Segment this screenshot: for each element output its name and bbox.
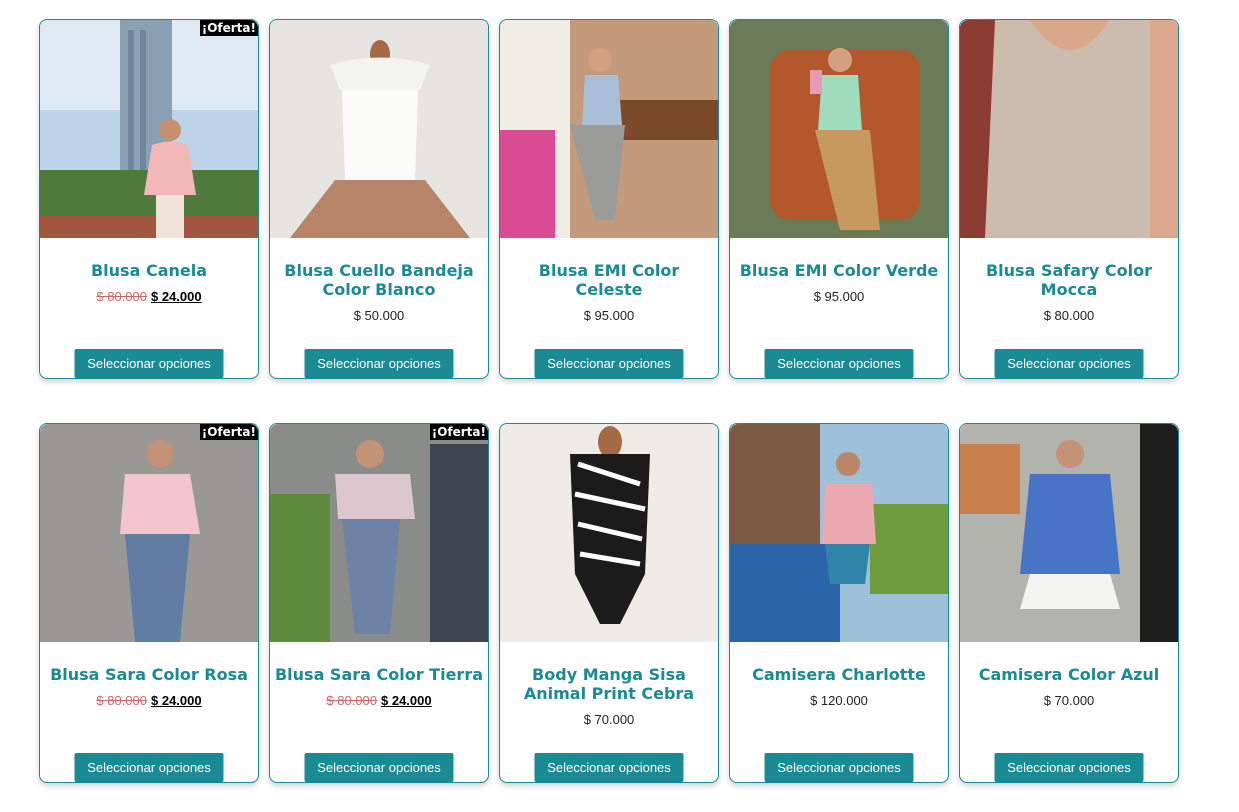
price: $ 95.000 <box>583 308 635 323</box>
product-photo-art <box>730 424 948 642</box>
product-info: Blusa Safary Color Mocca $ 80.000 <box>960 238 1178 349</box>
product-info: Camisera Charlotte $ 120.000 <box>730 642 948 753</box>
product-card[interactable]: Blusa Cuello Bandeja Color Blanco $ 50.0… <box>269 19 489 379</box>
button-row: Seleccionar opciones <box>270 753 488 782</box>
product-photo-art <box>500 20 718 238</box>
product-photo-art <box>40 424 258 642</box>
product-price: $ 120.000 <box>730 693 948 708</box>
product-image[interactable]: ¡Oferta! <box>40 424 258 642</box>
product-title[interactable]: Camisera Color Azul <box>960 665 1178 684</box>
button-row: Seleccionar opciones <box>40 753 258 782</box>
product-info: Blusa EMI Color Celeste $ 95.000 <box>500 238 718 349</box>
product-info: Blusa Cuello Bandeja Color Blanco $ 50.0… <box>270 238 488 349</box>
select-options-button[interactable]: Seleccionar opciones <box>534 753 684 782</box>
product-info: Blusa Sara Color Tierra $ 80.000 $ 24.000 <box>270 642 488 753</box>
select-options-button[interactable]: Seleccionar opciones <box>74 349 224 378</box>
product-image[interactable] <box>730 424 948 642</box>
product-grid: ¡Oferta! Blusa Canela $ 80.000 $ 24.000 S… <box>39 19 1179 783</box>
product-image[interactable] <box>500 424 718 642</box>
select-options-button[interactable]: Seleccionar opciones <box>764 753 914 782</box>
select-options-button[interactable]: Seleccionar opciones <box>994 753 1144 782</box>
product-photo-art <box>960 424 1178 642</box>
product-card[interactable]: ¡Oferta! Blusa Sara Color Tierra $ 80.00… <box>269 423 489 783</box>
product-photo-art <box>960 20 1178 238</box>
product-title[interactable]: Blusa EMI Color Celeste <box>500 261 718 299</box>
product-photo-art <box>40 20 258 238</box>
price: $ 50.000 <box>353 308 405 323</box>
product-photo-art <box>270 424 488 642</box>
button-row: Seleccionar opciones <box>960 349 1178 378</box>
product-image[interactable]: ¡Oferta! <box>270 424 488 642</box>
product-price: $ 80.000 <box>960 308 1178 323</box>
sale-badge: ¡Oferta! <box>199 424 258 440</box>
product-title[interactable]: Blusa Cuello Bandeja Color Blanco <box>270 261 488 299</box>
product-title[interactable]: Blusa EMI Color Verde <box>730 261 948 280</box>
product-card[interactable]: Blusa Safary Color Mocca $ 80.000 Selecc… <box>959 19 1179 379</box>
product-title[interactable]: Blusa Canela <box>40 261 258 280</box>
old-price: $ 80.000 <box>96 289 147 304</box>
price: $ 120.000 <box>810 693 868 708</box>
product-photo-art <box>270 20 488 238</box>
button-row: Seleccionar opciones <box>40 349 258 378</box>
product-photo-art <box>730 20 948 238</box>
old-price: $ 80.000 <box>96 693 147 708</box>
button-row: Seleccionar opciones <box>960 753 1178 782</box>
sale-price: $ 24.000 <box>151 289 202 304</box>
sale-badge: ¡Oferta! <box>199 20 258 36</box>
product-title[interactable]: Blusa Sara Color Rosa <box>40 665 258 684</box>
product-image[interactable] <box>960 20 1178 238</box>
product-image[interactable] <box>960 424 1178 642</box>
product-info: Blusa Canela $ 80.000 $ 24.000 <box>40 238 258 349</box>
product-card[interactable]: Camisera Color Azul $ 70.000 Seleccionar… <box>959 423 1179 783</box>
product-price: $ 80.000 $ 24.000 <box>40 289 258 304</box>
button-row: Seleccionar opciones <box>730 753 948 782</box>
product-card[interactable]: Blusa EMI Color Celeste $ 95.000 Selecci… <box>499 19 719 379</box>
product-price: $ 70.000 <box>500 712 718 727</box>
sale-price: $ 24.000 <box>151 693 202 708</box>
product-price: $ 95.000 <box>500 308 718 323</box>
product-info: Camisera Color Azul $ 70.000 <box>960 642 1178 753</box>
product-price: $ 50.000 <box>270 308 488 323</box>
product-price: $ 80.000 $ 24.000 <box>40 693 258 708</box>
product-card[interactable]: ¡Oferta! Blusa Canela $ 80.000 $ 24.000 S… <box>39 19 259 379</box>
select-options-button[interactable]: Seleccionar opciones <box>994 349 1144 378</box>
product-image[interactable]: ¡Oferta! <box>40 20 258 238</box>
price: $ 70.000 <box>1043 693 1095 708</box>
old-price: $ 80.000 <box>326 693 377 708</box>
product-price: $ 70.000 <box>960 693 1178 708</box>
button-row: Seleccionar opciones <box>730 349 948 378</box>
product-card[interactable]: Body Manga Sisa Animal Print Cebra $ 70.… <box>499 423 719 783</box>
button-row: Seleccionar opciones <box>500 349 718 378</box>
sale-price: $ 24.000 <box>381 693 432 708</box>
product-card[interactable]: Blusa EMI Color Verde $ 95.000 Seleccion… <box>729 19 949 379</box>
product-card[interactable]: ¡Oferta! Blusa Sara Color Rosa $ 80.000 $… <box>39 423 259 783</box>
product-info: Blusa EMI Color Verde $ 95.000 <box>730 238 948 349</box>
product-price: $ 80.000 $ 24.000 <box>270 693 488 708</box>
product-price: $ 95.000 <box>730 289 948 304</box>
select-options-button[interactable]: Seleccionar opciones <box>764 349 914 378</box>
price: $ 80.000 <box>1043 308 1095 323</box>
product-photo-art <box>500 424 718 642</box>
button-row: Seleccionar opciones <box>270 349 488 378</box>
price: $ 70.000 <box>583 712 635 727</box>
product-info: Blusa Sara Color Rosa $ 80.000 $ 24.000 <box>40 642 258 753</box>
product-title[interactable]: Camisera Charlotte <box>730 665 948 684</box>
product-title[interactable]: Body Manga Sisa Animal Print Cebra <box>500 665 718 703</box>
product-info: Body Manga Sisa Animal Print Cebra $ 70.… <box>500 642 718 753</box>
product-title[interactable]: Blusa Sara Color Tierra <box>270 665 488 684</box>
price: $ 95.000 <box>813 289 865 304</box>
product-image[interactable] <box>270 20 488 238</box>
select-options-button[interactable]: Seleccionar opciones <box>304 349 454 378</box>
select-options-button[interactable]: Seleccionar opciones <box>534 349 684 378</box>
sale-badge: ¡Oferta! <box>429 424 488 440</box>
product-image[interactable] <box>500 20 718 238</box>
select-options-button[interactable]: Seleccionar opciones <box>304 753 454 782</box>
product-title[interactable]: Blusa Safary Color Mocca <box>960 261 1178 299</box>
select-options-button[interactable]: Seleccionar opciones <box>74 753 224 782</box>
product-image[interactable] <box>730 20 948 238</box>
button-row: Seleccionar opciones <box>500 753 718 782</box>
product-card[interactable]: Camisera Charlotte $ 120.000 Seleccionar… <box>729 423 949 783</box>
